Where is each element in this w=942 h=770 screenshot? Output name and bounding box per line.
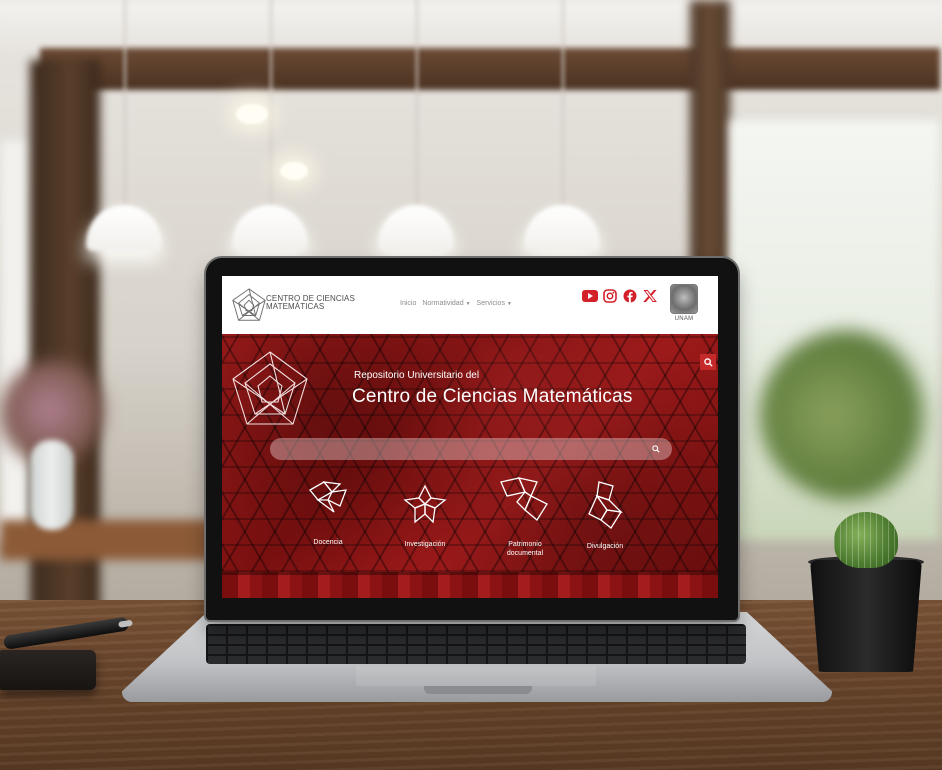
social-links <box>582 288 658 304</box>
nav-item-normatividad[interactable]: Normatividad ▼ <box>422 300 470 307</box>
pendant-lamp <box>524 0 600 251</box>
search-toggle-button[interactable] <box>700 354 716 370</box>
category-investigacion[interactable]: Investigación <box>390 484 460 549</box>
category-label: Investigación <box>404 541 446 548</box>
decorative-tile-strip <box>222 572 718 598</box>
search-icon[interactable] <box>652 445 660 453</box>
pendant-lamp <box>232 0 308 251</box>
category-label: Divulgación <box>586 543 624 550</box>
category-docencia[interactable]: Docencia <box>298 476 358 547</box>
nav-item-servicios[interactable]: Servicios ▼ <box>477 300 512 307</box>
cactus <box>834 512 898 568</box>
pendant-lamp <box>86 0 162 251</box>
repository-search <box>270 438 672 460</box>
left-wall <box>0 140 30 540</box>
docencia-tiles-icon <box>309 481 347 513</box>
caret-down-icon: ▼ <box>506 301 512 307</box>
hero-subtitle: Repositorio Universitario del <box>354 370 480 381</box>
category-label: Docencia <box>313 539 343 546</box>
nav-label: Servicios <box>476 300 505 307</box>
category-divulgacion[interactable]: Divulgación <box>572 480 638 551</box>
category-label: Patrimonio <box>508 541 542 548</box>
nav-item-inicio[interactable]: Inicio <box>400 300 416 307</box>
pendant-lamp <box>378 0 454 251</box>
investigacion-star-icon <box>403 484 447 524</box>
ceiling-light <box>280 162 308 180</box>
laptop-screen: CENTRO DE CIENCIAS MATEMÁTICAS Inicio No… <box>222 276 718 598</box>
ceiling-light <box>236 104 268 124</box>
main-nav: Inicio Normatividad ▼ Servicios ▼ <box>400 300 512 307</box>
laptop-keyboard <box>206 624 746 664</box>
youtube-icon[interactable] <box>582 288 598 304</box>
patrimonio-tiles-icon <box>500 477 548 521</box>
back-counter <box>0 520 240 560</box>
logo-line-2: MATEMÁTICAS <box>266 302 325 311</box>
instagram-icon[interactable] <box>602 288 618 304</box>
ceiling-beam <box>40 48 940 90</box>
unam-seal-icon <box>670 284 698 314</box>
search-icon <box>703 357 713 367</box>
site-header: CENTRO DE CIENCIAS MATEMÁTICAS Inicio No… <box>222 276 718 334</box>
rosette-logo-icon <box>232 351 308 425</box>
background-plant <box>760 330 940 500</box>
divulgacion-tiles-icon <box>588 481 623 529</box>
laptop-lid-notch <box>424 686 532 694</box>
nav-label: Normatividad <box>422 300 464 307</box>
notebook <box>0 650 96 690</box>
laptop-trackpad <box>356 666 596 686</box>
background-vase <box>30 440 74 530</box>
hero-title: Centro de Ciencias Matemáticas <box>352 386 633 407</box>
x-icon[interactable] <box>642 288 658 304</box>
site-logo-text[interactable]: CENTRO DE CIENCIAS MATEMÁTICAS <box>266 295 355 311</box>
plant-pot <box>810 560 922 672</box>
ccm-logo-icon[interactable] <box>230 287 268 325</box>
facebook-icon[interactable] <box>622 288 638 304</box>
hero-banner: Repositorio Universitario del Centro de … <box>222 334 718 598</box>
nav-label: Inicio <box>400 300 417 307</box>
search-input[interactable] <box>270 438 672 460</box>
caret-down-icon: ▼ <box>465 301 471 307</box>
category-label: documental <box>506 550 544 557</box>
unam-label: UNAM <box>674 316 694 322</box>
unam-logo[interactable]: UNAM <box>668 284 700 322</box>
category-patrimonio-documental[interactable]: Patrimonio documental <box>490 476 560 558</box>
